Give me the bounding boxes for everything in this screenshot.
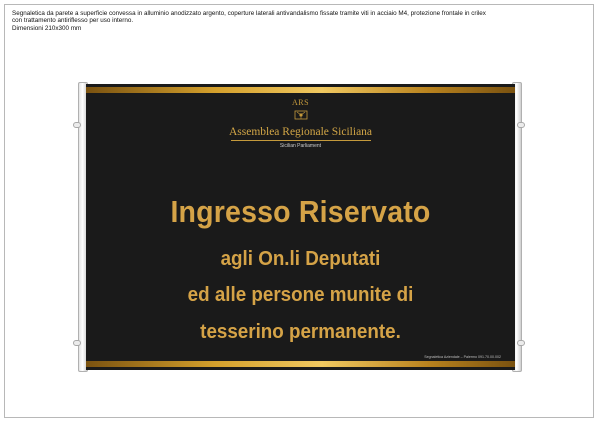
ars-logo: ARS Assemblea Regionale Siciliana Sicili… (86, 98, 515, 149)
sign-line-1: agli On.li Deputati (220, 248, 381, 270)
spec-line: Segnaletica da parete a superficie conve… (12, 10, 486, 17)
sign-footer-note: Segnaletica Aziendale – Palermo 091.70.0… (424, 355, 501, 359)
logo-divider (230, 140, 371, 141)
logo-subtitle: Sicilian Parliament (279, 143, 322, 149)
logo-name: Assemblea Regionale Siciliana (228, 126, 373, 138)
triskelion-emblem-icon (294, 110, 307, 120)
spec-line: con trattamento antiriflesso per uso int… (12, 17, 134, 25)
right-bottom-clip (517, 340, 525, 346)
sign-line-2: ed alle persone munite di (187, 284, 414, 306)
right-top-clip (517, 122, 525, 128)
sign-line-3: tesserino permanente. (200, 321, 401, 343)
logo-abbreviation: ARS (291, 98, 310, 107)
top-gold-bar (86, 87, 515, 93)
left-top-clip (73, 122, 81, 128)
bottom-gold-bar (86, 361, 515, 367)
specification-text: Segnaletica da parete a superficie conve… (12, 10, 572, 32)
sign-title: Ingresso Riservato (170, 194, 431, 229)
sign-panel: ARS Assemblea Regionale Siciliana Sicili… (86, 84, 515, 370)
left-bottom-clip (73, 340, 81, 346)
spec-line: Dimensioni 210x300 mm (12, 24, 82, 32)
